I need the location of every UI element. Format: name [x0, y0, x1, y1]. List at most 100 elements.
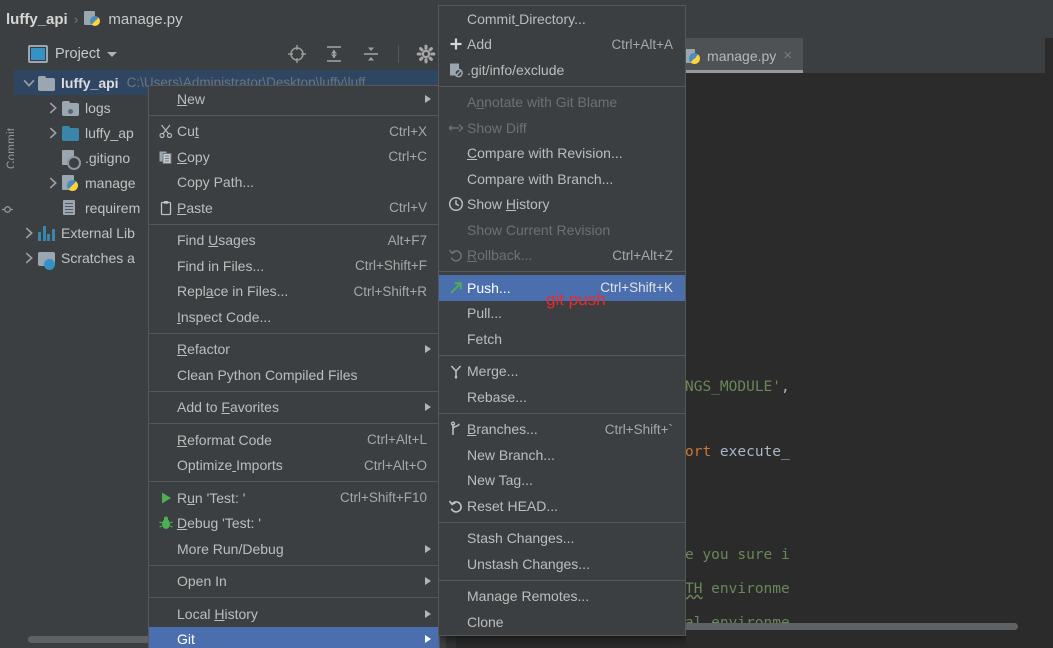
menu-separator [439, 271, 685, 272]
menu-item-label: Local History [177, 605, 258, 622]
menu-item-shortcut: Ctrl+X [389, 123, 427, 139]
chevron-down-icon[interactable] [107, 51, 118, 57]
context-menu-item[interactable]: More Run/Debug [149, 536, 439, 562]
context-menu-item[interactable]: Copy Ctrl+C [149, 144, 439, 170]
tree-expand-arrow-icon[interactable] [46, 126, 60, 140]
rollback-icon [445, 247, 467, 263]
context-menu-item[interactable]: Find Usages Alt+F7 [149, 228, 439, 254]
context-menu-item[interactable]: Open In [149, 569, 439, 595]
project-icon [28, 45, 48, 63]
menu-item-shortcut: Ctrl+Alt+A [611, 36, 673, 52]
menu-item-label: Clone [467, 613, 504, 630]
menu-item-label: New Branch... [467, 446, 555, 463]
python-file-icon [84, 11, 101, 27]
tree-item-label: logs [85, 99, 111, 116]
context-menu-item[interactable]: Copy Path... [149, 170, 439, 196]
menu-item-label: Rebase... [467, 388, 527, 405]
scissors-icon [155, 123, 177, 139]
menu-separator [439, 412, 685, 414]
context-menu-item[interactable]: Add to Favorites [149, 395, 439, 421]
git-submenu-item: Show Current Revision [439, 217, 685, 243]
gear-icon[interactable] [416, 44, 436, 64]
menu-item-shortcut: Ctrl+Shift+R [353, 283, 427, 299]
git-submenu-item[interactable]: Fetch [439, 326, 685, 352]
git-submenu-item[interactable]: Compare with Branch... [439, 166, 685, 192]
git-submenu-item[interactable]: Reset HEAD... [439, 493, 685, 519]
git-submenu-item[interactable]: Manage Remotes... [439, 584, 685, 610]
git-submenu-item[interactable]: Add Ctrl+Alt+A [439, 32, 685, 58]
menu-item-label: Annotate with Git Blame [467, 94, 618, 111]
submenu-arrow-icon [425, 94, 431, 103]
folder-excluded-icon [62, 100, 79, 116]
git-submenu-item[interactable]: Branches... Ctrl+Shift+` [439, 417, 685, 443]
menu-separator [149, 114, 439, 116]
git-submenu-item[interactable]: .git/info/exclude [439, 57, 685, 83]
menu-item-label: Copy [177, 148, 210, 165]
context-menu-item[interactable]: Debug 'Test: ' [149, 511, 439, 537]
git-submenu-item[interactable]: Stash Changes... [439, 526, 685, 552]
git-submenu-item[interactable]: Show History [439, 192, 685, 218]
tree-expand-arrow-icon[interactable] [46, 101, 60, 115]
context-menu-item[interactable]: Find in Files... Ctrl+Shift+F [149, 253, 439, 279]
context-menu-item[interactable]: Paste Ctrl+V [149, 195, 439, 221]
git-submenu-item[interactable]: Clone [439, 609, 685, 635]
plus-icon [450, 38, 462, 50]
menu-item-shortcut: Ctrl+Alt+L [366, 432, 427, 448]
menu-item-shortcut: Alt+F7 [387, 232, 427, 248]
project-panel-title: Project [55, 46, 101, 62]
git-submenu-item[interactable]: Rebase... [439, 384, 685, 410]
context-menu-item[interactable]: Reformat Code Ctrl+Alt+L [149, 427, 439, 453]
context-menu-item[interactable]: New [149, 86, 439, 112]
tree-expand-arrow-icon [46, 201, 60, 215]
project-title-group[interactable]: Project [14, 45, 118, 63]
close-icon[interactable]: × [783, 48, 792, 63]
editor-tab[interactable]: manage.py × [672, 38, 804, 73]
scratches-icon [38, 251, 55, 270]
git-submenu-item[interactable]: Commit Directory... [439, 6, 685, 32]
git-submenu-item[interactable]: Push... Ctrl+Shift+K [439, 275, 685, 301]
context-menu-item[interactable]: Clean Python Compiled Files [149, 362, 439, 388]
git-submenu-item[interactable]: Merge... [439, 359, 685, 385]
context-menu-item[interactable]: Refactor [149, 337, 439, 363]
menu-separator [149, 223, 439, 225]
git-submenu-item[interactable]: New Tag... [439, 468, 685, 494]
context-menu-item[interactable]: Optimize Imports Ctrl+Alt+O [149, 453, 439, 479]
expand-all-icon[interactable] [324, 44, 344, 64]
context-menu-item[interactable]: Run 'Test: ' Ctrl+Shift+F10 [149, 485, 439, 511]
context-menu-item[interactable]: Local History [149, 601, 439, 627]
context-menu-item[interactable]: Cut Ctrl+X [149, 119, 439, 145]
locate-icon[interactable] [287, 44, 307, 64]
tree-expand-arrow-icon[interactable] [22, 251, 36, 265]
git-submenu-item[interactable]: Unstash Changes... [439, 551, 685, 577]
tree-expand-arrow-icon[interactable] [22, 76, 36, 90]
menu-item-label: Stash Changes... [467, 530, 575, 547]
branch-icon [450, 421, 460, 436]
submenu-arrow-icon [425, 403, 431, 412]
rollback-icon [448, 249, 462, 262]
context-menu-item[interactable]: Inspect Code... [149, 304, 439, 330]
menu-item-label: Manage Remotes... [467, 588, 590, 605]
tree-item-label: luffy_ap [85, 124, 134, 141]
project-horizontal-scrollbar[interactable] [28, 636, 158, 643]
breadcrumb-file[interactable]: manage.py [108, 11, 182, 28]
menu-item-shortcut: Ctrl+Shift+F10 [339, 490, 427, 506]
breadcrumb-project[interactable]: luffy_api [6, 11, 68, 28]
tree-expand-arrow-icon[interactable] [46, 176, 60, 190]
merge-icon [445, 363, 467, 379]
chevron-right-icon [49, 177, 57, 188]
tree-expand-arrow-icon[interactable] [22, 226, 36, 240]
tree-expand-arrow-icon [46, 151, 60, 165]
menu-item-shortcut: Ctrl+Shift+K [600, 280, 673, 296]
git-submenu-item[interactable]: New Branch... [439, 442, 685, 468]
menu-item-label: Copy Path... [177, 174, 255, 191]
menu-item-label: Show Diff [467, 119, 527, 136]
context-menu-item[interactable]: Git [149, 626, 439, 648]
collapse-all-icon[interactable] [361, 44, 381, 64]
context-menu: New Cut Ctrl+X Copy Ctrl+C Copy Path... Paste C… [148, 85, 440, 648]
menu-item-label: .git/info/exclude [467, 61, 565, 78]
git-submenu-item[interactable]: Pull... [439, 301, 685, 327]
menu-item-label: Compare with Branch... [467, 170, 614, 187]
menu-item-label: Add [467, 36, 492, 53]
git-submenu-item[interactable]: Compare with Revision... [439, 141, 685, 167]
context-menu-item[interactable]: Replace in Files... Ctrl+Shift+R [149, 279, 439, 305]
